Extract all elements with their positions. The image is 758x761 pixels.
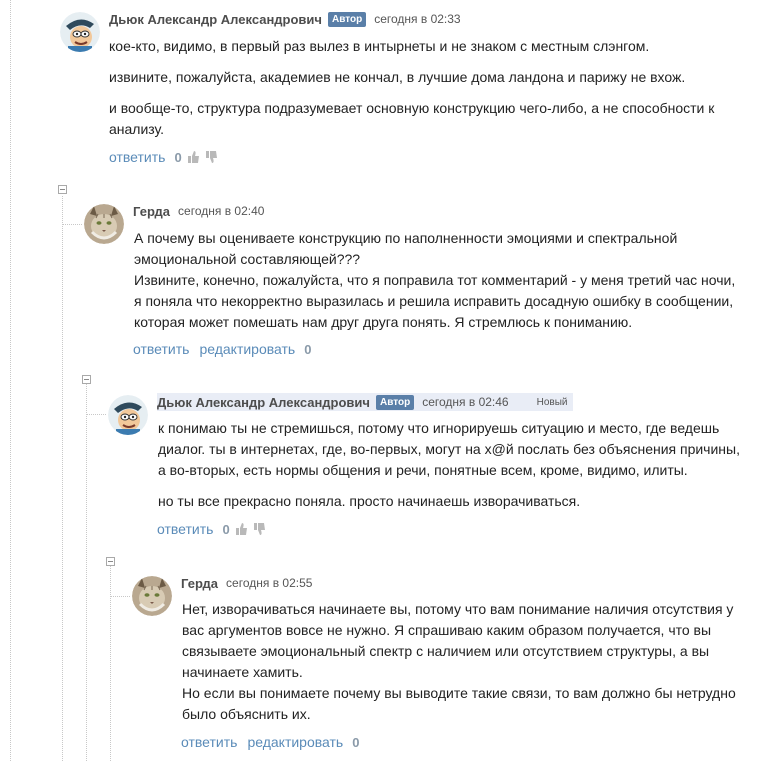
comment-text: Но если вы понимаете почему вы выводите … (182, 685, 736, 722)
thread-line (10, 0, 11, 761)
thread-branch (110, 596, 130, 597)
reply-link[interactable]: ответить (181, 734, 237, 750)
reply-link[interactable]: ответить (157, 521, 213, 537)
author-badge: Автор (327, 11, 367, 27)
thread-line (62, 196, 63, 761)
comment-text: Извините, конечно, пожалуйста, что я поп… (134, 272, 736, 330)
comment-text: кое-кто, видимо, в первый раз вылез в ин… (109, 38, 650, 54)
thread-branch (86, 414, 106, 415)
comment-text: извините, пожалуйста, академиев не конча… (109, 69, 686, 85)
reply-link[interactable]: ответить (109, 149, 165, 165)
new-badge: Новый (536, 396, 568, 408)
comment-author[interactable]: Дьюк Александр Александрович (109, 12, 322, 27)
comment-text: и вообще-то, структура подразумевает осн… (109, 100, 715, 137)
thumbs-up-icon[interactable] (235, 523, 248, 535)
comment-author[interactable]: Герда (133, 204, 170, 219)
cartoon-man-hat-avatar-icon[interactable] (108, 395, 148, 435)
cartoon-man-hat-avatar-icon[interactable] (60, 12, 100, 52)
lynx-avatar-icon[interactable] (84, 204, 124, 244)
comment-text: но ты все прекрасно поняла. просто начин… (158, 493, 581, 509)
thread-line (86, 384, 87, 761)
collapse-thread-icon[interactable] (58, 185, 67, 194)
thread-branch (62, 224, 82, 225)
thumbs-down-icon[interactable] (205, 151, 218, 163)
comment-time[interactable]: сегодня в 02:40 (178, 204, 264, 218)
comment-author[interactable]: Герда (181, 576, 218, 591)
vote-score: 0 (304, 341, 312, 357)
new-comment-header: Дьюк Александр Александрович Автор сегод… (157, 393, 574, 411)
thumbs-down-icon[interactable] (253, 523, 266, 535)
comment-text: А почему вы оцениваете конструкцию по на… (134, 230, 678, 267)
comment-time[interactable]: сегодня в 02:33 (374, 12, 460, 26)
comment-time[interactable]: сегодня в 02:46 (422, 395, 508, 409)
comment-text: Нет, изворачиваться начинаете вы, потому… (182, 601, 734, 680)
collapse-thread-icon[interactable] (82, 375, 91, 384)
thumbs-up-icon[interactable] (187, 151, 200, 163)
edit-link[interactable]: редактировать (247, 734, 343, 750)
edit-link[interactable]: редактировать (199, 341, 295, 357)
vote-score: 0 (352, 734, 360, 750)
vote-score: 0 (222, 521, 230, 537)
collapse-thread-icon[interactable] (106, 557, 115, 566)
lynx-avatar-icon[interactable] (132, 576, 172, 616)
vote-score: 0 (174, 149, 182, 165)
comment-text: к понимаю ты не стремишься, потому что и… (158, 420, 740, 478)
comment-time[interactable]: сегодня в 02:55 (226, 576, 312, 590)
author-badge: Автор (375, 394, 415, 410)
comment-author[interactable]: Дьюк Александр Александрович (157, 395, 370, 410)
reply-link[interactable]: ответить (133, 341, 189, 357)
